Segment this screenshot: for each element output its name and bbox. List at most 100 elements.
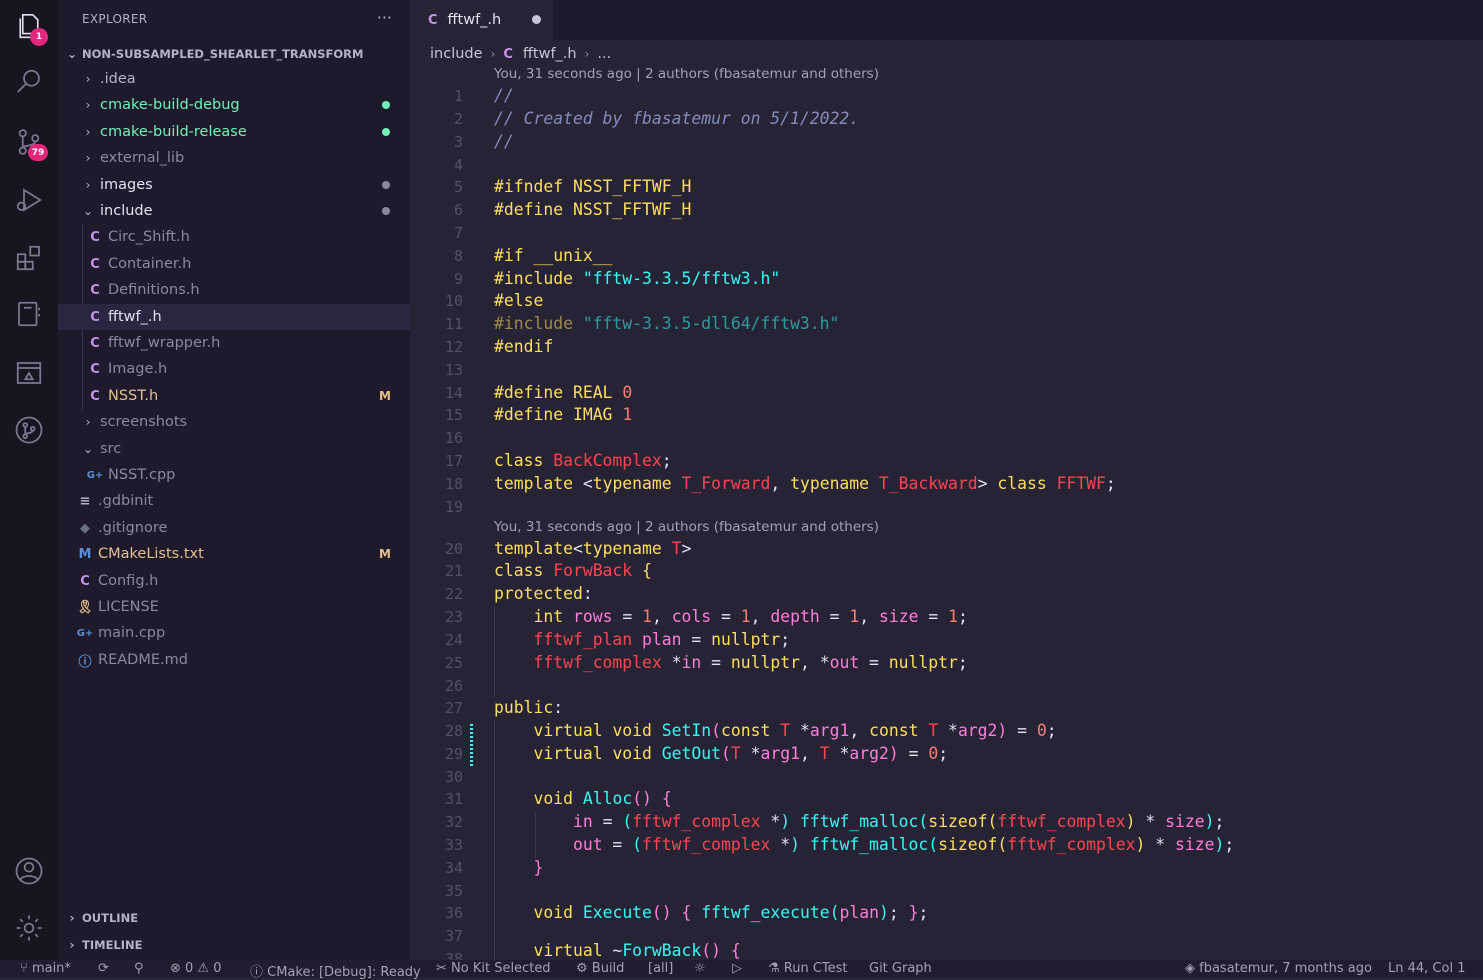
cursor-position[interactable]: Ln 44, Col 1: [1388, 961, 1465, 976]
tree-item-label: Image.h: [108, 361, 168, 377]
tree-item[interactable]: G+ NSST.cpp: [58, 462, 410, 488]
tree-item[interactable]: ⌄ include: [58, 198, 410, 224]
remote-explorer-icon[interactable]: [0, 353, 58, 393]
code-line-36: void Execute() { fftwf_execute(plan); };: [533, 903, 929, 922]
code-line-14: #define REAL 0: [494, 383, 633, 402]
tree-item[interactable]: C Config.h: [58, 568, 410, 594]
activity-bar: 1 79: [0, 0, 58, 960]
kit-status[interactable]: ✂ No Kit Selected: [436, 961, 551, 976]
file-type-icon: G+: [76, 627, 94, 639]
tree-item-label: Config.h: [98, 573, 159, 589]
tree-item[interactable]: › screenshots: [58, 409, 410, 435]
code-line-20: template<typename T>: [494, 539, 692, 558]
tree-item-label: main.cpp: [98, 625, 166, 641]
line-number: 36: [444, 904, 463, 922]
tree-item[interactable]: ≡ .gdbinit: [58, 488, 410, 514]
unsaved-dot-icon[interactable]: [532, 15, 541, 24]
chevron-right-icon: ›: [85, 415, 91, 429]
line-number: 13: [444, 361, 463, 379]
code-line-23: int rows = 1, cols = 1, depth = 1, size …: [533, 607, 968, 626]
account-icon[interactable]: [0, 851, 58, 891]
c-file-icon: C: [428, 12, 438, 28]
tree-item[interactable]: G+ main.cpp: [58, 620, 410, 646]
tree-item-label: CMakeLists.txt: [98, 546, 204, 562]
outline-label: OUTLINE: [82, 911, 139, 925]
code-line-33: out = (fftwf_complex *) fftwf_malloc(siz…: [572, 835, 1235, 854]
blame-status[interactable]: ◈ fbasatemur, 7 months ago: [1185, 961, 1372, 976]
publish-icon[interactable]: ⚲: [134, 961, 144, 976]
notebook-icon[interactable]: [0, 294, 58, 334]
file-type-icon: C: [90, 361, 100, 377]
run-debug-icon[interactable]: [0, 180, 58, 220]
line-number: 30: [444, 768, 463, 786]
line-number: 14: [444, 384, 463, 402]
file-type-icon: G+: [86, 469, 104, 481]
extensions-icon[interactable]: [0, 238, 58, 278]
breadcrumb-folder[interactable]: include: [430, 46, 483, 62]
blame-codelens[interactable]: You, 31 seconds ago | 2 authors (fbasate…: [494, 519, 879, 535]
file-type-icon: 🎗: [76, 599, 94, 615]
line-number: 29: [444, 745, 463, 763]
build-button[interactable]: ⚙ Build: [576, 961, 624, 976]
code-line-1: //: [494, 86, 514, 105]
tree-item[interactable]: C NSST.h M: [58, 383, 410, 409]
build-target[interactable]: [all]: [648, 961, 673, 976]
tree-item[interactable]: › cmake-build-debug: [58, 92, 410, 118]
code-line-22: protected:: [494, 584, 593, 603]
c-file-icon: C: [503, 46, 513, 62]
file-type-icon: C: [90, 335, 100, 351]
tree-item[interactable]: C Container.h: [58, 251, 410, 277]
tree-item-label: fftwf_wrapper.h: [108, 335, 221, 351]
tree-item[interactable]: C Circ_Shift.h: [58, 224, 410, 250]
timeline-panel[interactable]: › TIMELINE: [64, 935, 143, 955]
tree-item[interactable]: C Definitions.h: [58, 277, 410, 303]
tree-item[interactable]: › external_lib: [58, 145, 410, 171]
line-number: 4: [453, 156, 463, 174]
more-actions-icon[interactable]: ···: [377, 8, 392, 27]
tree-item[interactable]: › images: [58, 172, 410, 198]
sync-icon[interactable]: ⟳: [98, 961, 109, 976]
line-number: 19: [444, 498, 463, 516]
tree-item[interactable]: ⌄ src: [58, 436, 410, 462]
tab-bar: C fftwf_.h: [410, 0, 1483, 40]
breadcrumb-file[interactable]: fftwf_.h: [523, 46, 577, 62]
workspace-root[interactable]: ⌄ NON-SUBSAMPLED_SHEARLET_TRANSFORM: [64, 44, 363, 64]
tree-item[interactable]: Cfftwf_wrapper.h: [58, 330, 410, 356]
blame-codelens[interactable]: You, 31 seconds ago | 2 authors (fbasate…: [494, 66, 879, 82]
tree-item-label: cmake-build-release: [100, 124, 247, 140]
chevron-right-icon: ›: [85, 178, 91, 192]
tree-item[interactable]: › .idea: [58, 66, 410, 92]
chevron-down-icon: ⌄: [82, 204, 94, 218]
code-line-11: #include "fftw-3.3.5-dll64/fftw3.h": [494, 314, 840, 333]
line-number: 32: [444, 813, 463, 831]
tree-item[interactable]: ⓘ README.md: [58, 647, 410, 673]
tree-item[interactable]: M CMakeLists.txt M: [58, 541, 410, 567]
git-graph-icon[interactable]: [0, 410, 58, 450]
tree-item[interactable]: C Image.h: [58, 356, 410, 382]
tree-item[interactable]: ◆ .gitignore: [58, 515, 410, 541]
cmake-status[interactable]: ⓘ CMake: [Debug]: Ready: [250, 961, 421, 980]
tree-item[interactable]: Cfftwf_.h: [58, 304, 410, 330]
explorer-icon[interactable]: 1: [0, 6, 58, 46]
search-icon[interactable]: [0, 62, 58, 102]
source-control-icon[interactable]: 79: [0, 122, 58, 162]
tab-fftwf-h[interactable]: C fftwf_.h: [410, 0, 553, 40]
branch-status[interactable]: ⑂ main*: [20, 961, 71, 976]
breadcrumb-symbol[interactable]: ...: [597, 46, 611, 62]
code-line-34: }: [533, 858, 544, 877]
debug-icon[interactable]: ☼: [694, 961, 706, 976]
git-status-dot: [382, 181, 390, 189]
code-line-17: class BackComplex;: [494, 451, 672, 470]
problems-status[interactable]: ⊗ 0 ⚠ 0: [170, 961, 222, 976]
modified-marker: M: [379, 389, 391, 403]
run-icon[interactable]: ▷: [732, 961, 742, 976]
tree-item[interactable]: › cmake-build-release: [58, 119, 410, 145]
outline-panel[interactable]: › OUTLINE: [64, 908, 139, 928]
file-type-icon: ⓘ: [78, 654, 92, 670]
settings-gear-icon[interactable]: [0, 908, 58, 948]
run-ctest-button[interactable]: ⚗ Run CTest: [768, 961, 848, 976]
code-line-3: //: [494, 132, 514, 151]
tree-item[interactable]: 🎗 LICENSE: [58, 594, 410, 620]
file-type-icon: C: [90, 229, 100, 245]
git-graph-button[interactable]: Git Graph: [869, 961, 932, 976]
